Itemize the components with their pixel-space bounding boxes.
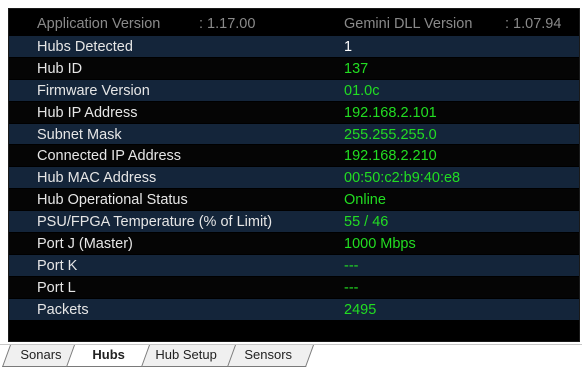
hub-info-table: Hubs Detected 1 Hub ID 137 Firmware Version 0… (9, 36, 579, 321)
row-value: 192.168.2.101 (344, 104, 437, 121)
table-row: Hubs Detected 1 (9, 36, 579, 58)
row-value: 192.168.2.210 (344, 148, 437, 165)
table-row: Packets 2495 (9, 298, 579, 321)
row-value: 55 / 46 (344, 214, 389, 231)
dll-version-label: Gemini DLL Version (344, 16, 473, 32)
table-row: Port J (Master) 1000 Mbps (9, 233, 579, 255)
row-value: 1 (344, 39, 353, 55)
tab-label: Hubs (92, 347, 125, 362)
tab-bar-empty-area (308, 345, 582, 367)
app-version-value: : 1.17.00 (199, 16, 256, 32)
tab-hubs[interactable]: Hubs (65, 345, 151, 367)
row-value: 255.255.255.0 (344, 126, 437, 143)
table-row: Hub Operational Status Online (9, 189, 579, 212)
table-row: Hub MAC Address 00:50:c2:b9:40:e8 (9, 167, 579, 190)
row-label: Port L (37, 279, 76, 296)
hub-info-window: Application Version : 1.17.00 Gemini DLL… (0, 0, 582, 367)
app-version-label: Application Version (37, 16, 161, 32)
row-label: Port K (37, 257, 78, 274)
table-row: PSU/FPGA Temperature (% of Limit) 55 / 46 (9, 211, 579, 234)
table-row: Hub ID 137 (9, 57, 579, 80)
table-row: Port L --- (9, 276, 579, 299)
row-value: 01.0c (344, 82, 380, 99)
row-label: Hub IP Address (37, 104, 138, 121)
version-header: Application Version : 1.17.00 Gemini DLL… (9, 13, 579, 35)
row-value: --- (344, 257, 359, 274)
row-label: Packets (37, 301, 89, 318)
tab-hub-setup[interactable]: Hub Setup (135, 345, 237, 367)
row-label: Firmware Version (37, 82, 150, 99)
row-value: Online (344, 192, 386, 209)
row-value: 137 (344, 60, 369, 77)
table-row: Connected IP Address 192.168.2.210 (9, 145, 579, 168)
tab-label: Hub Setup (155, 347, 218, 362)
row-label: Hubs Detected (37, 39, 133, 55)
row-value: 2495 (344, 301, 377, 318)
row-value: 00:50:c2:b9:40:e8 (344, 170, 461, 187)
row-value: --- (344, 279, 359, 296)
table-row: Hub IP Address 192.168.2.101 (9, 101, 579, 124)
table-row: Port K --- (9, 254, 579, 277)
row-label: Subnet Mask (37, 126, 122, 143)
row-label: Hub ID (37, 60, 83, 77)
tab-label: Sensors (244, 347, 293, 362)
row-label: Hub MAC Address (37, 170, 157, 187)
row-label: Connected IP Address (37, 148, 182, 165)
tab-bar: Sonars Hubs Hub Setup Sensors (0, 344, 582, 367)
hub-info-panel: Application Version : 1.17.00 Gemini DLL… (8, 8, 580, 342)
row-label: Port J (Master) (37, 236, 133, 253)
table-row: Subnet Mask 255.255.255.0 (9, 123, 579, 146)
row-label: Hub Operational Status (37, 192, 188, 209)
tab-label: Sonars (20, 347, 62, 362)
row-label: PSU/FPGA Temperature (% of Limit) (37, 214, 273, 231)
dll-version-value: : 1.07.94 (505, 16, 562, 32)
row-value: 1000 Mbps (344, 236, 416, 253)
tab-sensors[interactable]: Sensors (221, 345, 315, 367)
table-row: Firmware Version 01.0c (9, 79, 579, 102)
